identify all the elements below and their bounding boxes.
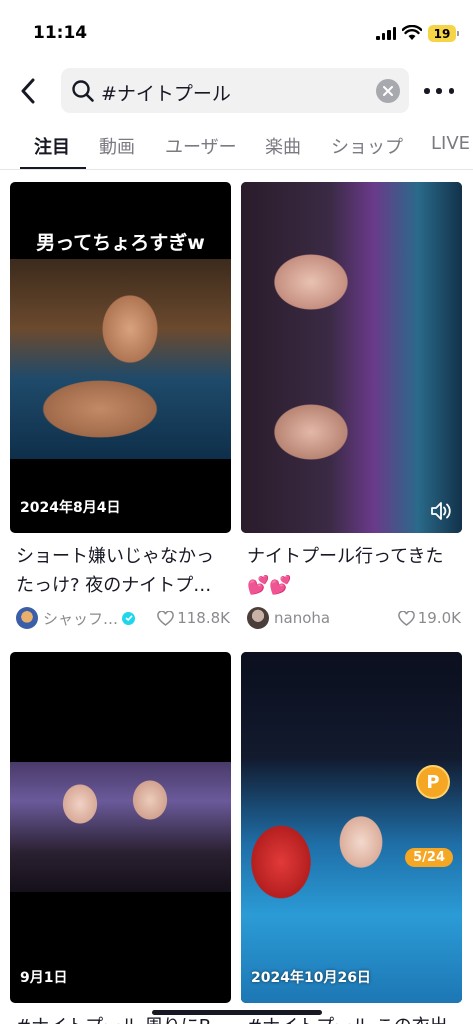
search-icon: [72, 80, 94, 102]
home-indicator[interactable]: [152, 1010, 322, 1015]
tab-top[interactable]: 注目: [34, 133, 70, 159]
tab-live[interactable]: LIVE: [431, 133, 470, 154]
search-query[interactable]: #ナイトプール: [101, 79, 231, 106]
search-input[interactable]: #ナイトプール: [61, 68, 409, 113]
like-count-value: 19.0K: [417, 609, 461, 627]
video-thumbnail[interactable]: 9月1日: [10, 652, 231, 1003]
verified-badge-icon: [122, 611, 136, 625]
like-count-value: 118.8K: [177, 609, 230, 627]
wifi-icon: [402, 25, 422, 40]
dot-icon: [424, 88, 430, 94]
like-count: 19.0K: [397, 609, 461, 627]
points-badge-icon[interactable]: P: [416, 765, 450, 799]
video-caption[interactable]: ショート嫌いじゃなかったっけ? 夜のナイトプ…: [16, 542, 231, 600]
thumbnail-image: [241, 652, 462, 1003]
thumbnail-image: [241, 182, 462, 533]
tab-shop[interactable]: ショップ: [331, 133, 403, 159]
avatar[interactable]: [16, 607, 38, 629]
clear-search-button[interactable]: [376, 79, 400, 103]
dot-icon: [436, 88, 442, 94]
dot-icon: [448, 88, 454, 94]
cellular-signal-icon: [376, 27, 396, 40]
avatar[interactable]: [247, 607, 269, 629]
status-bar: 11:14 19: [0, 0, 473, 62]
video-date: 2024年8月4日: [20, 500, 121, 516]
status-time: 11:14: [33, 23, 88, 43]
tab-users[interactable]: ユーザー: [165, 133, 237, 159]
video-thumbnail[interactable]: P 5/24 2024年10月26日: [241, 652, 462, 1003]
result-card[interactable]: 男ってちょろすぎw 2024年8月4日 ショート嫌いじゃなかったっけ? 夜のナイ…: [10, 182, 231, 632]
video-caption[interactable]: ナイトプール行ってきた💕💕: [247, 542, 462, 600]
thumbnail-overlay-text: 男ってちょろすぎw: [36, 232, 205, 254]
heart-icon: [157, 610, 174, 626]
result-card[interactable]: P 5/24 2024年10月26日 #ナイトプール この衣出…: [241, 652, 462, 1024]
back-button[interactable]: [14, 76, 42, 106]
thumbnail-image: [10, 762, 231, 892]
video-date: 2024年10月26日: [251, 970, 371, 986]
tab-videos[interactable]: 動画: [99, 133, 135, 159]
thumbnail-image: [10, 259, 231, 459]
search-header: #ナイトプール: [0, 68, 473, 114]
search-tabs: 注目 動画 ユーザー 楽曲 ショップ LIVE: [0, 125, 473, 170]
like-count: 118.8K: [157, 609, 230, 627]
more-options-button[interactable]: [424, 80, 454, 102]
chevron-left-icon: [21, 78, 35, 104]
close-icon: [383, 86, 393, 96]
speaker-icon[interactable]: [430, 501, 452, 521]
tab-sounds[interactable]: 楽曲: [265, 133, 301, 159]
badge-count: 5/24: [405, 848, 453, 867]
battery-icon: 19: [428, 25, 459, 42]
author-name[interactable]: シャッフ…: [43, 608, 118, 629]
active-tab-indicator: [20, 167, 86, 169]
video-thumbnail[interactable]: [241, 182, 462, 533]
author-name[interactable]: nanoha: [274, 609, 330, 627]
video-meta: シャッフ… 118.8K: [16, 606, 230, 630]
video-thumbnail[interactable]: 男ってちょろすぎw 2024年8月4日: [10, 182, 231, 533]
video-date: 9月1日: [20, 970, 68, 986]
video-meta: nanoha 19.0K: [247, 606, 461, 630]
heart-icon: [397, 610, 415, 626]
result-card[interactable]: ナイトプール行ってきた💕💕 nanoha 19.0K: [241, 182, 462, 632]
result-card[interactable]: 9月1日 #ナイトプール 周りにB…: [10, 652, 231, 1024]
